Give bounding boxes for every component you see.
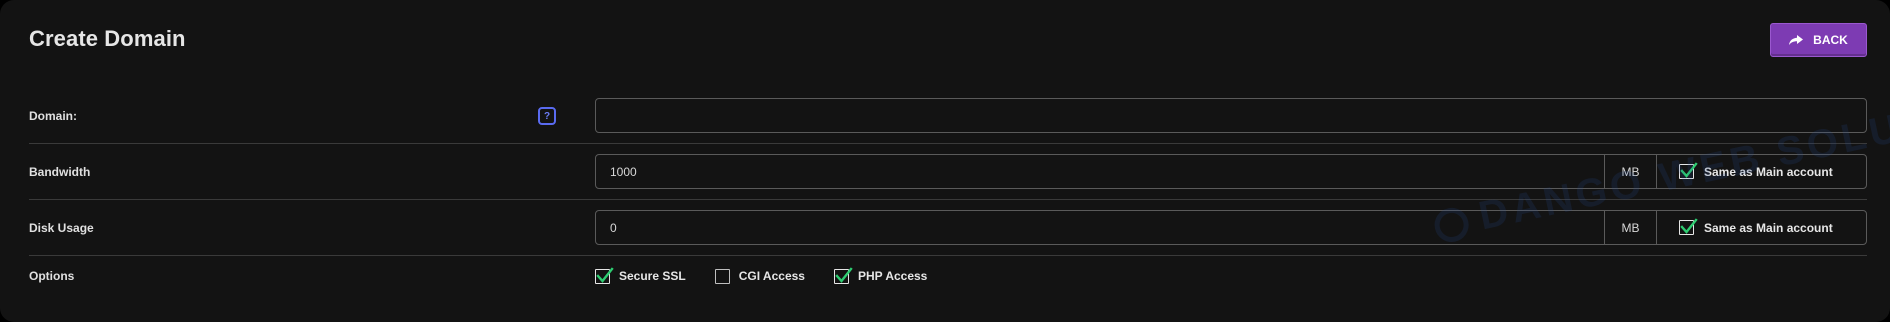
disk-usage-unit: MB — [1604, 211, 1656, 244]
share-arrow-icon — [1789, 34, 1804, 46]
domain-input[interactable] — [595, 98, 1867, 133]
disk-usage-same-as-checkbox[interactable] — [1679, 218, 1698, 235]
domain-label: Domain: — [29, 109, 77, 123]
disk-usage-field: MB Same as Main account — [595, 210, 1867, 245]
php-access-option[interactable]: PHP Access — [833, 266, 928, 284]
bandwidth-input[interactable] — [596, 155, 1604, 188]
question-icon[interactable]: ? — [538, 107, 556, 125]
bandwidth-same-as-checkbox[interactable] — [1679, 162, 1698, 179]
create-domain-panel: Create Domain BACK Domain: ? Bandwidth M… — [0, 0, 1890, 322]
bandwidth-field: MB Same as Main account — [595, 154, 1867, 189]
secure-ssl-label: Secure SSL — [619, 269, 686, 283]
bandwidth-same-as-label: Same as Main account — [1704, 164, 1833, 179]
secure-ssl-option[interactable]: Secure SSL — [595, 266, 686, 284]
checkmark-icon — [835, 266, 853, 283]
bandwidth-same-as-toggle[interactable]: Same as Main account — [1656, 155, 1866, 188]
disk-usage-label: Disk Usage — [29, 221, 94, 235]
cgi-access-option[interactable]: CGI Access — [714, 268, 805, 284]
options-label: Options — [29, 269, 75, 283]
row-divider — [29, 255, 1867, 256]
bandwidth-label: Bandwidth — [29, 165, 91, 179]
php-access-label: PHP Access — [857, 269, 928, 283]
page-title: Create Domain — [29, 26, 186, 51]
checkmark-icon — [1680, 218, 1698, 234]
back-button[interactable]: BACK — [1770, 23, 1867, 57]
checkmark-icon — [1680, 162, 1698, 178]
options-group: Secure SSL CGI Access PHP Access — [595, 266, 956, 284]
cgi-access-label: CGI Access — [738, 269, 805, 283]
back-button-label: BACK — [1813, 33, 1848, 47]
disk-usage-same-as-toggle[interactable]: Same as Main account — [1656, 211, 1866, 244]
disk-usage-input[interactable] — [596, 211, 1604, 244]
cgi-access-checkbox[interactable] — [714, 268, 730, 284]
bandwidth-unit: MB — [1604, 155, 1656, 188]
disk-usage-same-as-label: Same as Main account — [1704, 220, 1833, 235]
row-divider — [29, 199, 1867, 200]
row-divider — [29, 143, 1867, 144]
checkmark-icon — [596, 266, 614, 283]
secure-ssl-checkbox[interactable] — [595, 266, 614, 284]
php-access-checkbox[interactable] — [833, 266, 853, 284]
